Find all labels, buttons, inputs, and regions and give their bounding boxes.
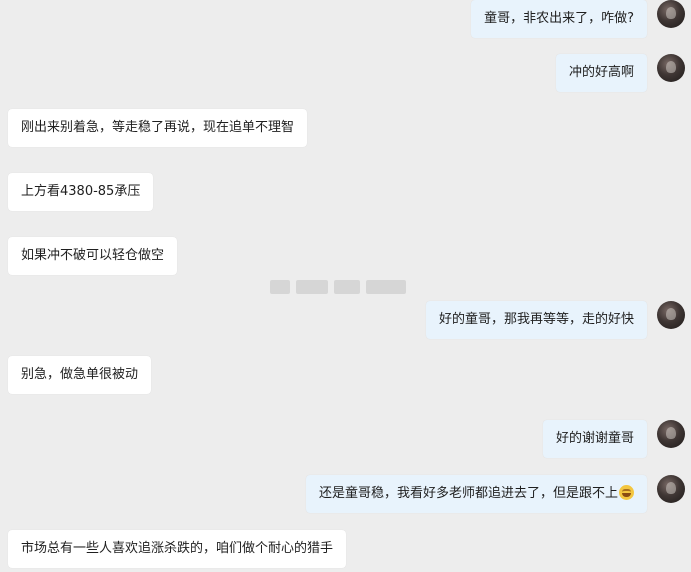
message-bubble[interactable]: 童哥，非农出来了，咋做? — [471, 0, 647, 38]
message-bubble[interactable]: 好的谢谢童哥 — [542, 420, 647, 458]
avatar[interactable] — [657, 420, 685, 448]
chat-window: 童哥，非农出来了，咋做? 冲的好高啊 刚出来别着急，等走稳了再说，现在追单不理智… — [0, 0, 691, 572]
message-bubble[interactable]: 好的童哥，那我再等等，走的好快 — [425, 301, 647, 339]
avatar[interactable] — [657, 475, 685, 503]
message-bubble[interactable]: 冲的好高啊 — [555, 54, 647, 92]
message-bubble[interactable]: 市场总有一些人喜欢追涨杀跌的，咱们做个耐心的猎手 — [8, 530, 347, 568]
laughing-tears-emoji-icon — [619, 485, 634, 500]
message-bubble[interactable]: 上方看4380-85承压 — [8, 173, 154, 211]
message-bubble[interactable]: 刚出来别着急，等走稳了再说，现在追单不理智 — [8, 109, 308, 147]
avatar[interactable] — [657, 54, 685, 82]
message-bubble[interactable]: 还是童哥稳，我看好多老师都追进去了，但是跟不上 — [305, 475, 647, 513]
blurred-watermark — [270, 277, 418, 297]
message-bubble[interactable]: 如果冲不破可以轻仓做空 — [8, 237, 178, 275]
message-bubble[interactable]: 别急，做急单很被动 — [8, 356, 152, 394]
avatar[interactable] — [657, 0, 685, 28]
avatar[interactable] — [657, 301, 685, 329]
message-text: 还是童哥稳，我看好多老师都追进去了，但是跟不上 — [318, 486, 618, 501]
